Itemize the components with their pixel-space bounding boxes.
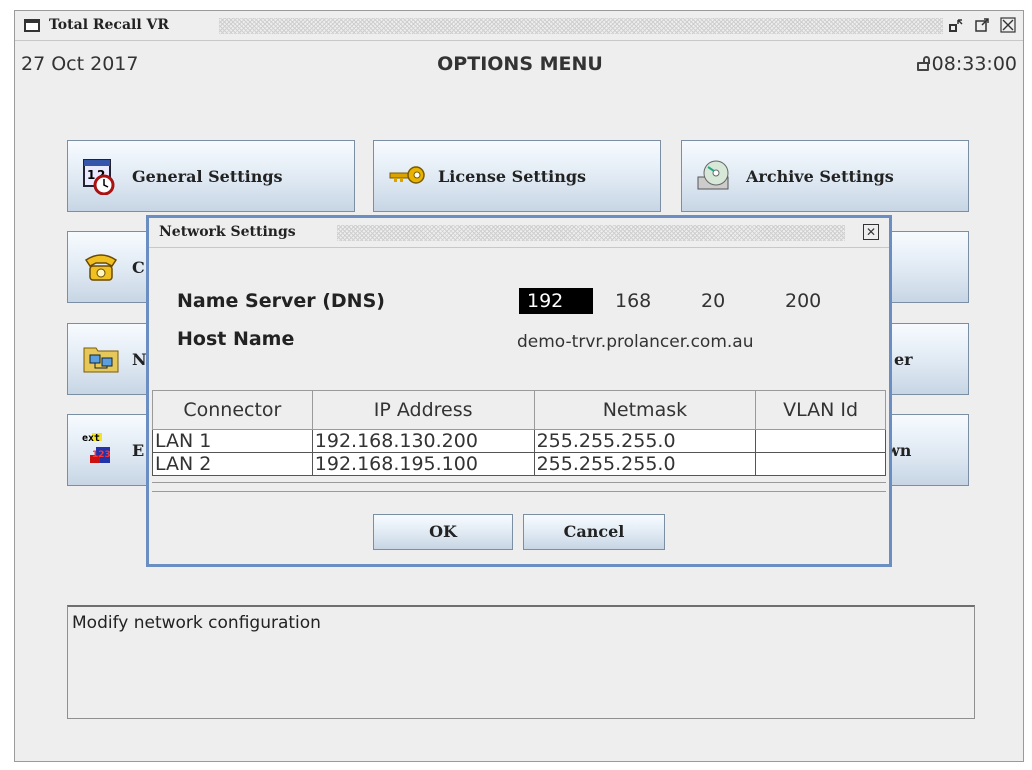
disc-drive-icon	[697, 160, 729, 190]
row3-right-label: er	[894, 350, 913, 369]
dialog-title: Network Settings	[159, 224, 296, 240]
vlan-cell[interactable]	[755, 452, 886, 476]
svg-text:1: 1	[87, 168, 95, 182]
netmask-cell[interactable]: 255.255.255.0	[533, 452, 757, 476]
description-text: Modify network configuration	[72, 613, 321, 633]
license-settings-label: License Settings	[438, 167, 587, 186]
calendar-clock-icon: 1 2	[83, 159, 115, 195]
telephone-icon	[84, 254, 118, 281]
network-table: Connector IP Address Netmask VLAN Id LAN…	[152, 390, 886, 476]
extension-icon: ext 123	[82, 433, 111, 463]
cancel-button[interactable]: Cancel	[523, 514, 665, 550]
lock-icon	[916, 56, 930, 71]
dns-octet-2[interactable]: 168	[615, 290, 651, 312]
general-settings-label: General Settings	[132, 167, 283, 186]
window-title: Total Recall VR	[49, 17, 170, 33]
dialog-title-bar[interactable]: Network Settings ✕	[149, 218, 889, 248]
dialog-close-icon[interactable]: ✕	[863, 224, 879, 240]
num-icon-text: 123	[92, 450, 111, 460]
connector-cell[interactable]: LAN 1	[152, 429, 313, 453]
close-icon[interactable]	[999, 17, 1017, 35]
ip-cell[interactable]: 192.168.195.100	[311, 452, 535, 476]
minimize-icon[interactable]	[947, 17, 965, 35]
network-folder-icon	[83, 347, 119, 373]
maximize-icon[interactable]	[973, 17, 991, 35]
column-header-ip[interactable]: IP Address	[311, 390, 535, 430]
netmask-cell[interactable]: 255.255.255.0	[533, 429, 757, 453]
page-title: OPTIONS MENU	[437, 53, 603, 75]
connector-cell[interactable]: LAN 2	[152, 452, 313, 476]
ip-cell[interactable]: 192.168.130.200	[311, 429, 535, 453]
row4-left-label: E	[132, 441, 145, 460]
dialog-grip	[337, 225, 845, 241]
network-settings-dialog: Network Settings ✕ Name Server (DNS) 192…	[146, 215, 892, 567]
description-panel: Modify network configuration	[67, 605, 975, 719]
window-icon	[24, 19, 40, 32]
ok-button[interactable]: OK	[373, 514, 513, 550]
host-name-value[interactable]: demo-trvr.prolancer.com.au	[517, 332, 753, 352]
license-settings-button[interactable]: License Settings	[373, 140, 661, 212]
clock-display: 08:33:00	[916, 53, 1017, 75]
column-header-netmask[interactable]: Netmask	[533, 390, 757, 430]
key-icon	[389, 166, 425, 184]
archive-settings-label: Archive Settings	[746, 167, 894, 186]
dns-octet-4[interactable]: 200	[785, 290, 821, 312]
dns-label: Name Server (DNS)	[177, 290, 385, 312]
general-settings-button[interactable]: 1 2 General Settings	[67, 140, 355, 212]
title-grip	[219, 18, 943, 34]
table-row[interactable]: LAN 2 192.168.195.100 255.255.255.0	[152, 452, 886, 476]
ext-icon-text: ext	[82, 433, 100, 444]
time-text: 08:33:00	[931, 53, 1017, 75]
row3-left-label: N	[132, 350, 147, 369]
row2-left-label: C	[132, 258, 145, 277]
dns-octet-1[interactable]: 192	[519, 288, 594, 314]
title-bar[interactable]: Total Recall VR	[15, 11, 1023, 41]
column-header-connector[interactable]: Connector	[152, 390, 313, 430]
table-scroll-area	[152, 482, 886, 492]
dns-octet-3[interactable]: 20	[701, 290, 725, 312]
column-header-vlan[interactable]: VLAN Id	[755, 390, 886, 430]
vlan-cell[interactable]	[755, 429, 886, 453]
table-row[interactable]: LAN 1 192.168.130.200 255.255.255.0	[152, 429, 886, 453]
archive-settings-button[interactable]: Archive Settings	[681, 140, 969, 212]
host-label: Host Name	[177, 328, 295, 350]
